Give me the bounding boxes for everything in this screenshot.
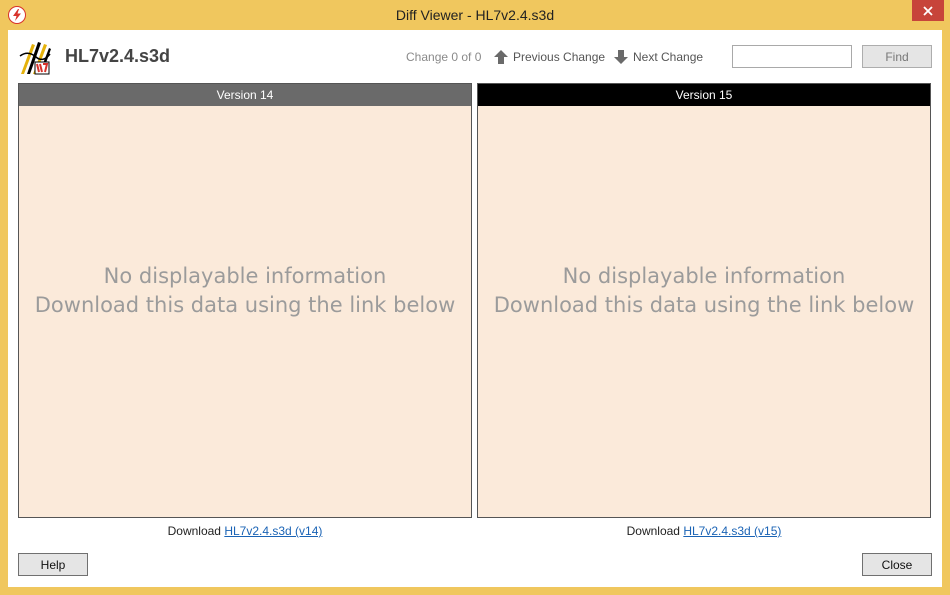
empty-message-v15: No displayable information Download this… — [478, 262, 930, 320]
download-row-v14: Download HL7v2.4.s3d (v14) — [18, 524, 472, 538]
empty-message-line2: Download this data using the link below — [493, 293, 915, 317]
close-button[interactable]: Close — [862, 553, 932, 576]
previous-change-label: Previous Change — [513, 50, 606, 64]
search-input[interactable] — [732, 45, 852, 68]
help-button[interactable]: Help — [18, 553, 88, 576]
pane-header-v15: Version 15 — [478, 84, 930, 106]
download-link-v14[interactable]: HL7v2.4.s3d (v14) — [224, 524, 322, 538]
empty-message-line1: No displayable information — [562, 264, 846, 288]
title-bar[interactable]: Diff Viewer - HL7v2.4.s3d — [0, 0, 950, 30]
arrow-up-icon — [494, 50, 508, 64]
download-row-v15: Download HL7v2.4.s3d (v15) — [477, 524, 931, 538]
empty-message-v14: No displayable information Download this… — [19, 262, 471, 320]
version-14-pane: Version 14 No displayable information Do… — [18, 83, 472, 518]
download-link-v15[interactable]: HL7v2.4.s3d (v15) — [683, 524, 781, 538]
download-prefix: Download — [626, 524, 684, 538]
change-counter: Change 0 of 0 — [406, 50, 482, 64]
file-title: HL7v2.4.s3d — [65, 46, 171, 66]
window-close-button[interactable] — [912, 0, 944, 21]
sdk-logo-icon — [18, 40, 52, 76]
next-change-label: Next Change — [633, 50, 704, 64]
close-icon — [923, 5, 933, 16]
window-client-area: HL7v2.4.s3d Change 0 of 0 Previous Chang… — [8, 30, 942, 587]
download-prefix: Download — [167, 524, 225, 538]
version-15-pane: Version 15 No displayable information Do… — [477, 83, 931, 518]
diff-viewer-window: Diff Viewer - HL7v2.4.s3d HL7v2.4.s3d Ch… — [0, 0, 950, 595]
pane-header-v14: Version 14 — [19, 84, 471, 106]
previous-change-button[interactable]: Previous Change — [493, 47, 605, 67]
find-button[interactable]: Find — [862, 45, 932, 68]
next-change-button[interactable]: Next Change — [613, 47, 703, 67]
empty-message-line1: No displayable information — [103, 264, 387, 288]
window-title: Diff Viewer - HL7v2.4.s3d — [395, 7, 555, 23]
empty-message-line2: Download this data using the link below — [34, 293, 456, 317]
arrow-down-icon — [614, 50, 628, 64]
